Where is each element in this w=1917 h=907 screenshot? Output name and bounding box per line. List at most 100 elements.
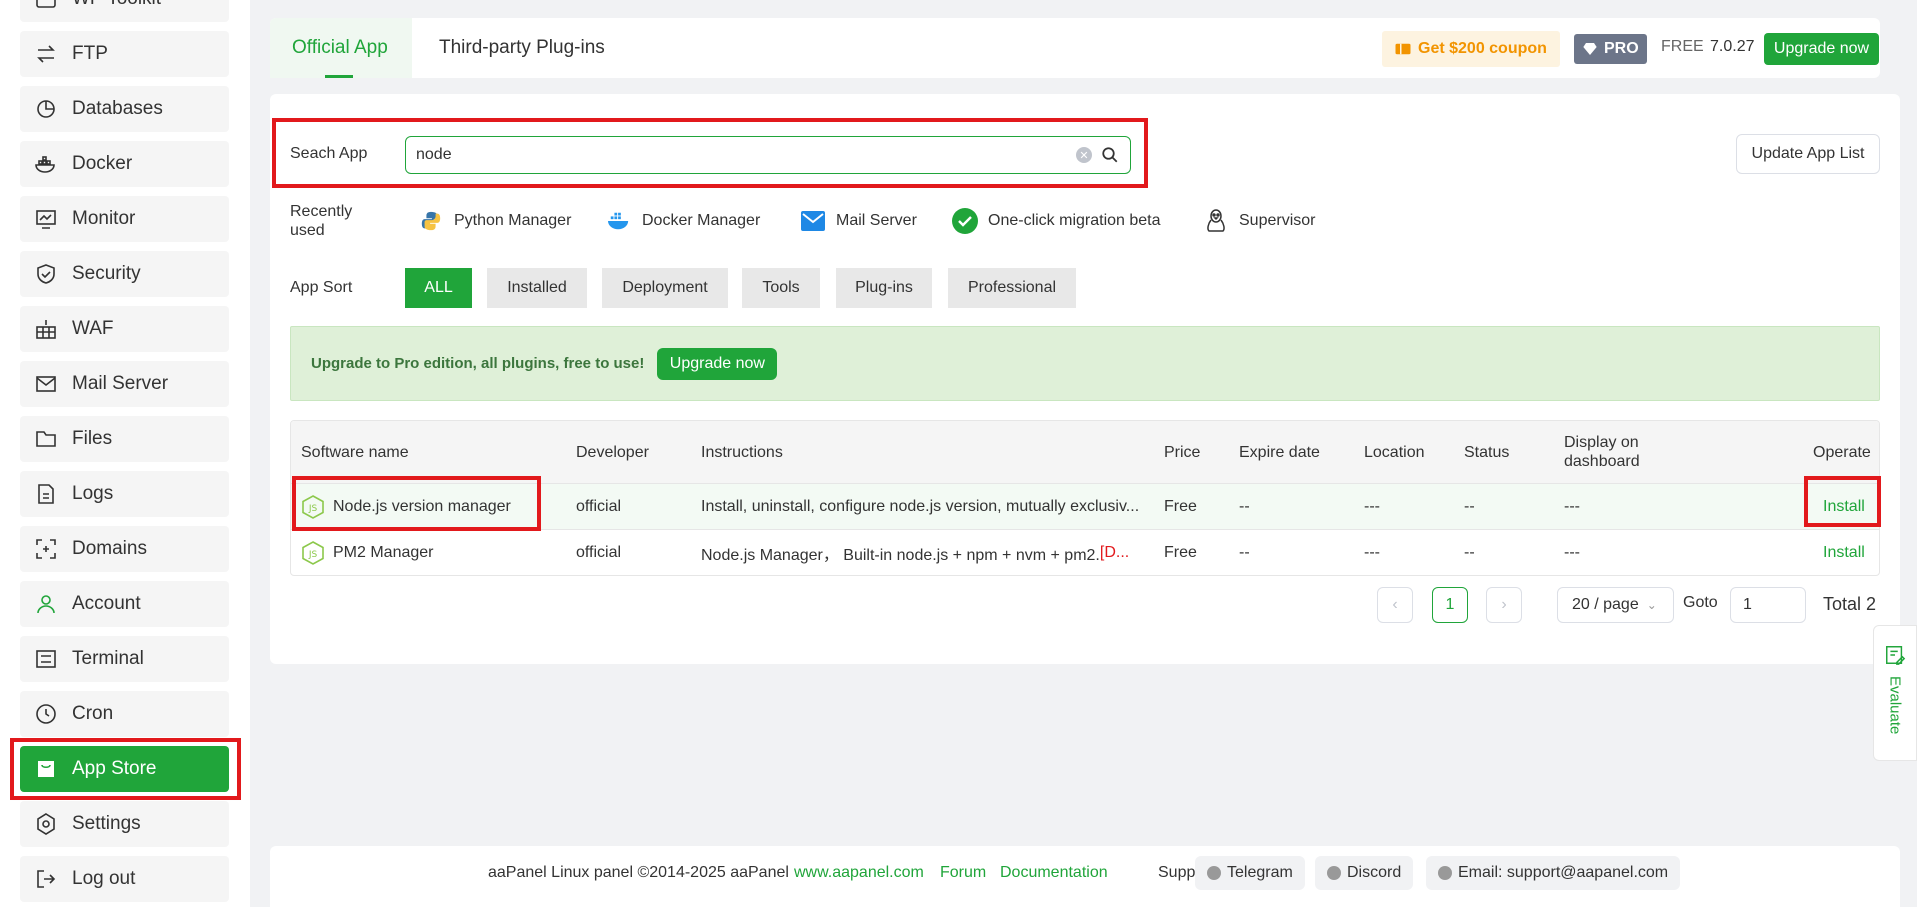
search-input[interactable] xyxy=(416,146,1076,164)
python-icon xyxy=(418,208,444,234)
sort-installed-button[interactable]: Installed xyxy=(487,268,587,308)
sidebar-item-account[interactable]: Account xyxy=(20,581,229,627)
footer-telegram-link[interactable]: Telegram xyxy=(1195,856,1305,890)
tab-official-app[interactable]: Official App xyxy=(270,18,412,78)
pro-badge[interactable]: PRO xyxy=(1574,34,1647,64)
gear-icon xyxy=(34,812,58,836)
upgrade-promo-banner: Upgrade to Pro edition, all plugins, fre… xyxy=(290,326,1880,401)
recent-item-label: Supervisor xyxy=(1239,212,1316,229)
evaluate-button[interactable]: Evaluate xyxy=(1873,625,1917,761)
sidebar-item-label: Docker xyxy=(72,153,133,174)
recent-item-one-click-migration[interactable]: One-click migration beta xyxy=(952,206,1161,236)
instructions-cell: Node.js Manager， Built-in node.js + npm … xyxy=(701,530,1151,575)
sidebar: WP Toolkit FTP Databases Docker Monitor … xyxy=(0,0,250,907)
sort-professional-button[interactable]: Professional xyxy=(948,268,1076,308)
search-label: Seach App xyxy=(290,145,368,162)
col-operate: Operate xyxy=(1813,443,1871,461)
tab-underline xyxy=(325,75,353,78)
status-cell: -- xyxy=(1464,543,1475,561)
sidebar-item-label: Monitor xyxy=(72,208,136,229)
sort-deployment-button[interactable]: Deployment xyxy=(602,268,728,308)
wp-toolkit-icon xyxy=(34,0,58,11)
sidebar-item-waf[interactable]: WAF xyxy=(20,306,229,352)
software-name: JS Node.js version manager xyxy=(301,484,511,529)
logs-icon xyxy=(34,482,58,506)
shield-icon xyxy=(34,262,58,286)
sidebar-item-mail-server[interactable]: Mail Server xyxy=(20,361,229,407)
page-size-value: 20 / page xyxy=(1572,596,1639,613)
col-developer: Developer xyxy=(576,443,649,461)
location-cell: --- xyxy=(1364,543,1380,561)
developer-cell: official xyxy=(576,543,622,561)
location-cell: --- xyxy=(1364,497,1380,515)
promo-upgrade-button[interactable]: Upgrade now xyxy=(657,347,778,380)
header-bar: Official App Third-party Plug-ins Get $2… xyxy=(270,18,1880,78)
table-row[interactable]: JS PM2 Manager official Node.js Manager，… xyxy=(291,529,1879,575)
software-name-text[interactable]: PM2 Manager xyxy=(333,544,434,562)
docker-icon xyxy=(34,152,58,176)
sidebar-item-cron[interactable]: Cron xyxy=(20,691,229,737)
page-number-button[interactable]: 1 xyxy=(1432,587,1468,623)
next-page-button[interactable]: › xyxy=(1486,587,1522,623)
sidebar-item-settings[interactable]: Settings xyxy=(20,801,229,847)
chevron-right-icon: › xyxy=(1501,596,1507,613)
recent-item-supervisor[interactable]: Supervisor xyxy=(1203,206,1315,236)
sidebar-item-logs[interactable]: Logs xyxy=(20,471,229,517)
sidebar-item-label: Databases xyxy=(72,98,163,119)
sort-tools-button[interactable]: Tools xyxy=(742,268,820,308)
sort-plugins-button[interactable]: Plug-ins xyxy=(836,268,932,308)
recent-item-docker-manager[interactable]: Docker Manager xyxy=(606,206,760,236)
software-table: Software name Developer Instructions Pri… xyxy=(290,420,1880,576)
sidebar-item-files[interactable]: Files xyxy=(20,416,229,462)
databases-icon xyxy=(34,97,58,121)
sidebar-item-app-store[interactable]: App Store xyxy=(20,746,229,792)
recent-item-label: One-click migration beta xyxy=(988,212,1161,229)
col-status: Status xyxy=(1464,443,1510,461)
footer-docs-link[interactable]: Documentation xyxy=(1000,864,1108,882)
version-label: 7.0.27 xyxy=(1710,38,1755,55)
table-row[interactable]: JS Node.js version manager official Inst… xyxy=(291,483,1879,529)
col-display-on-dashboard: Display on dashboard xyxy=(1564,434,1640,470)
col-instructions: Instructions xyxy=(701,443,783,461)
sidebar-item-security[interactable]: Security xyxy=(20,251,229,297)
svg-text:JS: JS xyxy=(308,504,318,514)
upgrade-now-button[interactable]: Upgrade now xyxy=(1764,33,1879,65)
recent-item-mail-server[interactable]: Mail Server xyxy=(800,206,917,236)
sort-all-button[interactable]: ALL xyxy=(405,268,472,308)
sidebar-item-domains[interactable]: Domains xyxy=(20,526,229,572)
status-cell: -- xyxy=(1464,497,1475,515)
chevron-left-icon: ‹ xyxy=(1392,596,1398,613)
tab-third-party-plugins[interactable]: Third-party Plug-ins xyxy=(439,18,605,78)
recent-item-python-manager[interactable]: Python Manager xyxy=(418,206,571,236)
prev-page-button[interactable]: ‹ xyxy=(1377,587,1413,623)
edit-icon xyxy=(1886,646,1906,665)
footer-forum-link[interactable]: Forum xyxy=(940,864,986,882)
page-size-select[interactable]: 20 / page ⌄ xyxy=(1557,587,1674,623)
sidebar-item-docker[interactable]: Docker xyxy=(20,141,229,187)
clear-icon[interactable]: ✕ xyxy=(1076,147,1092,163)
coupon-button[interactable]: Get $200 coupon xyxy=(1382,31,1560,67)
instructions-note: [D... xyxy=(1099,543,1130,561)
footer-email-link[interactable]: Email: support@aapanel.com xyxy=(1426,856,1681,890)
sidebar-item-wp-toolkit[interactable]: WP Toolkit xyxy=(20,0,229,22)
sidebar-item-logout[interactable]: Log out xyxy=(20,856,229,902)
update-app-list-button[interactable]: Update App List xyxy=(1736,134,1880,174)
sidebar-item-monitor[interactable]: Monitor xyxy=(20,196,229,242)
search-field[interactable]: ✕ xyxy=(405,136,1131,174)
sidebar-item-terminal[interactable]: Terminal xyxy=(20,636,229,682)
footer-site-link[interactable]: www.aapanel.com xyxy=(794,864,924,882)
footer-discord-link[interactable]: Discord xyxy=(1315,856,1414,890)
chevron-down-icon: ⌄ xyxy=(1646,598,1657,612)
software-name-text[interactable]: Node.js version manager xyxy=(333,498,511,516)
app-store-panel: Seach App ✕ Update App List Recently use… xyxy=(270,94,1900,664)
sidebar-item-label: Logs xyxy=(72,483,114,504)
nodejs-icon: JS xyxy=(302,494,324,519)
software-name: JS PM2 Manager xyxy=(301,530,434,575)
sidebar-item-databases[interactable]: Databases xyxy=(20,86,229,132)
install-link[interactable]: Install xyxy=(1823,530,1865,575)
install-link[interactable]: Install xyxy=(1823,484,1865,529)
goto-input[interactable]: 1 xyxy=(1730,587,1806,623)
search-icon[interactable] xyxy=(1098,143,1122,167)
sidebar-item-label: Log out xyxy=(72,868,136,889)
sidebar-item-ftp[interactable]: FTP xyxy=(20,31,229,77)
